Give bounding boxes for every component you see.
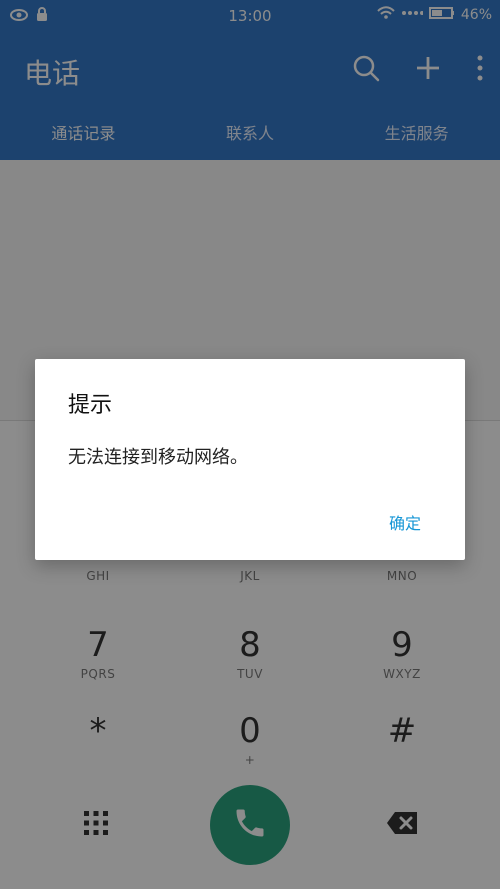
dialog-title: 提示 (68, 393, 113, 418)
dialog-message: 无法连接到移动网络。 (68, 447, 248, 468)
dialog-ok-button[interactable]: 确定 (389, 510, 421, 534)
alert-dialog: 提示 无法连接到移动网络。 确定 (35, 359, 465, 560)
